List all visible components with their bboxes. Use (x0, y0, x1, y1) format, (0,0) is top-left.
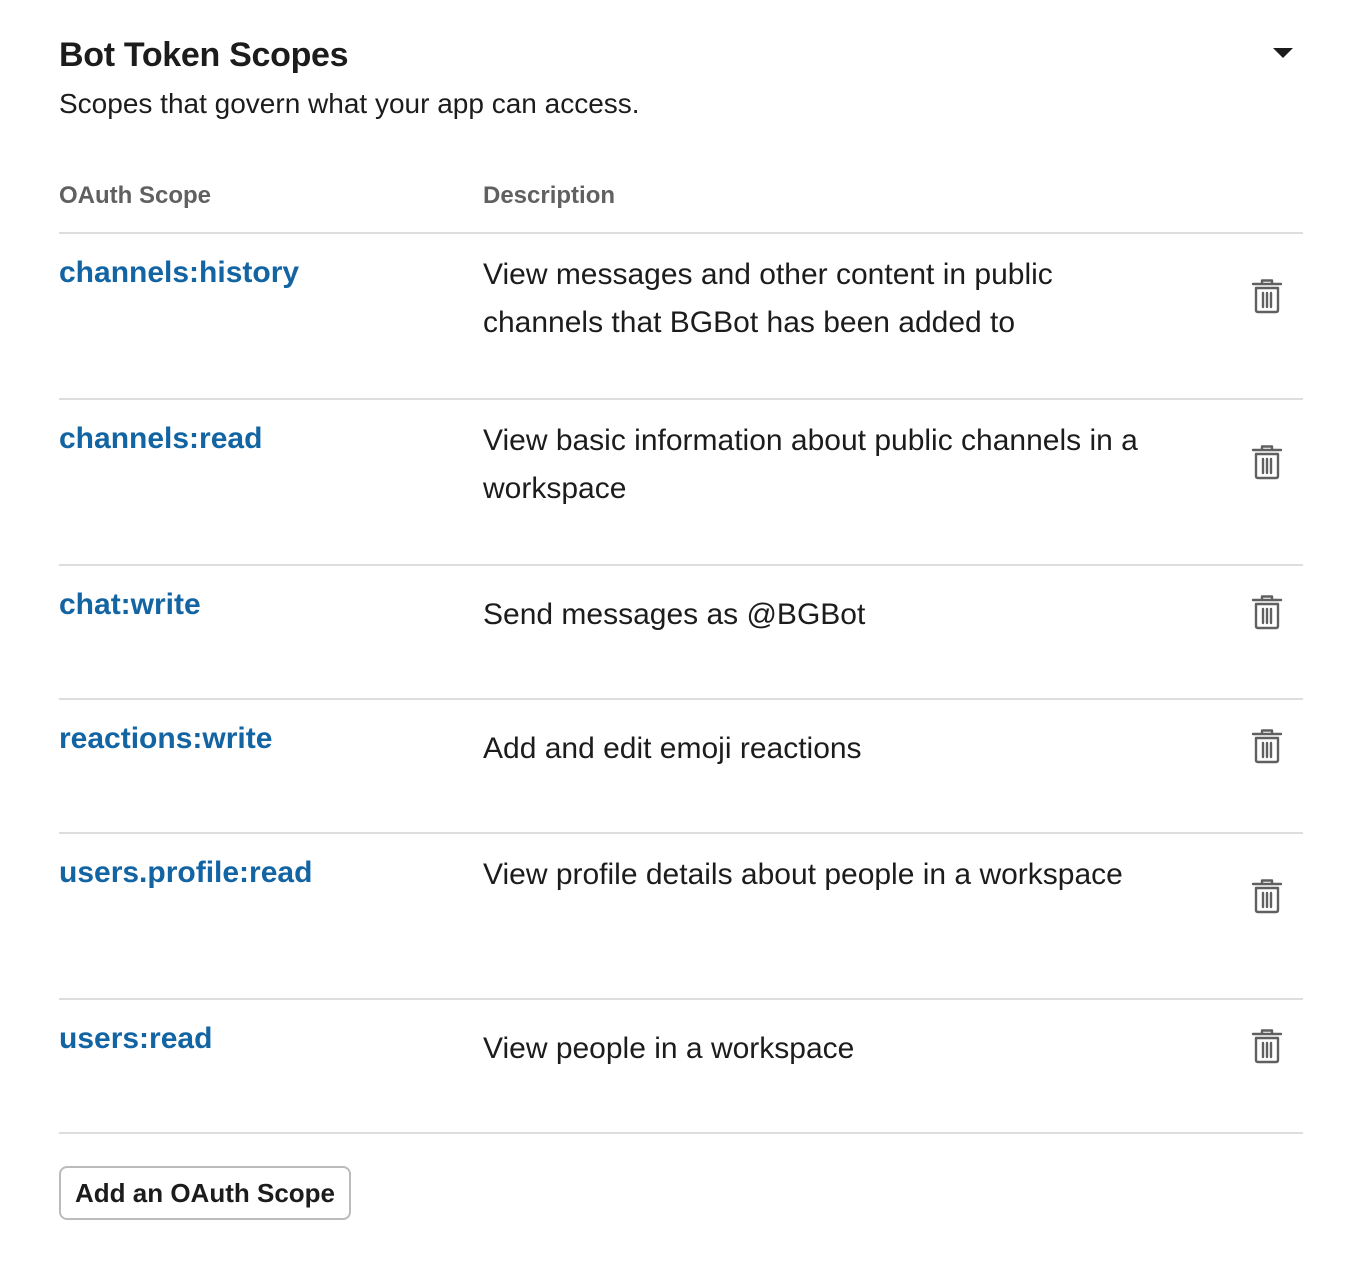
trash-icon (1251, 878, 1283, 919)
scope-description: View basic information about public chan… (483, 424, 1138, 505)
delete-scope-button[interactable] (1245, 726, 1289, 770)
table-row: users:read View people in a workspace (59, 1000, 1303, 1132)
section-title: Bot Token Scopes (59, 36, 349, 74)
delete-scope-button[interactable] (1245, 276, 1289, 320)
scope-description: Send messages as @BGBot (483, 598, 866, 631)
scope-description: View people in a workspace (483, 1032, 855, 1065)
scope-link-chat-write[interactable]: chat:write (59, 588, 201, 622)
section-subtitle: Scopes that govern what your app can acc… (59, 88, 640, 119)
trash-icon (1251, 278, 1283, 319)
trash-icon (1251, 444, 1283, 485)
scope-link-users-read[interactable]: users:read (59, 1022, 212, 1056)
row-divider (59, 1132, 1303, 1134)
table-row: channels:read View basic information abo… (59, 400, 1303, 564)
table-row: channels:history View messages and other… (59, 234, 1303, 398)
delete-scope-button[interactable] (1245, 592, 1289, 636)
table-row: reactions:write Add and edit emoji react… (59, 700, 1303, 832)
trash-icon (1251, 728, 1283, 769)
delete-scope-button[interactable] (1245, 442, 1289, 486)
scope-link-channels-history[interactable]: channels:history (59, 256, 299, 290)
caret-down-icon (1272, 46, 1294, 65)
scope-description: Add and edit emoji reactions (483, 732, 862, 765)
column-header-scope: OAuth Scope (59, 182, 212, 209)
table-row: chat:write Send messages as @BGBot (59, 566, 1303, 698)
trash-icon (1251, 594, 1283, 635)
collapse-toggle[interactable] (1265, 40, 1301, 70)
scope-description: View profile details about people in a w… (483, 858, 1123, 891)
delete-scope-button[interactable] (1245, 876, 1289, 920)
table-row: users.profile:read View profile details … (59, 834, 1303, 998)
scope-link-channels-read[interactable]: channels:read (59, 422, 262, 456)
column-header-description: Description (483, 182, 616, 209)
scope-description: View messages and other content in publi… (483, 258, 1053, 339)
add-oauth-scope-button[interactable]: Add an OAuth Scope (59, 1166, 351, 1220)
scope-link-users-profile-read[interactable]: users.profile:read (59, 856, 312, 890)
delete-scope-button[interactable] (1245, 1026, 1289, 1070)
scope-link-reactions-write[interactable]: reactions:write (59, 722, 272, 756)
trash-icon (1251, 1028, 1283, 1069)
